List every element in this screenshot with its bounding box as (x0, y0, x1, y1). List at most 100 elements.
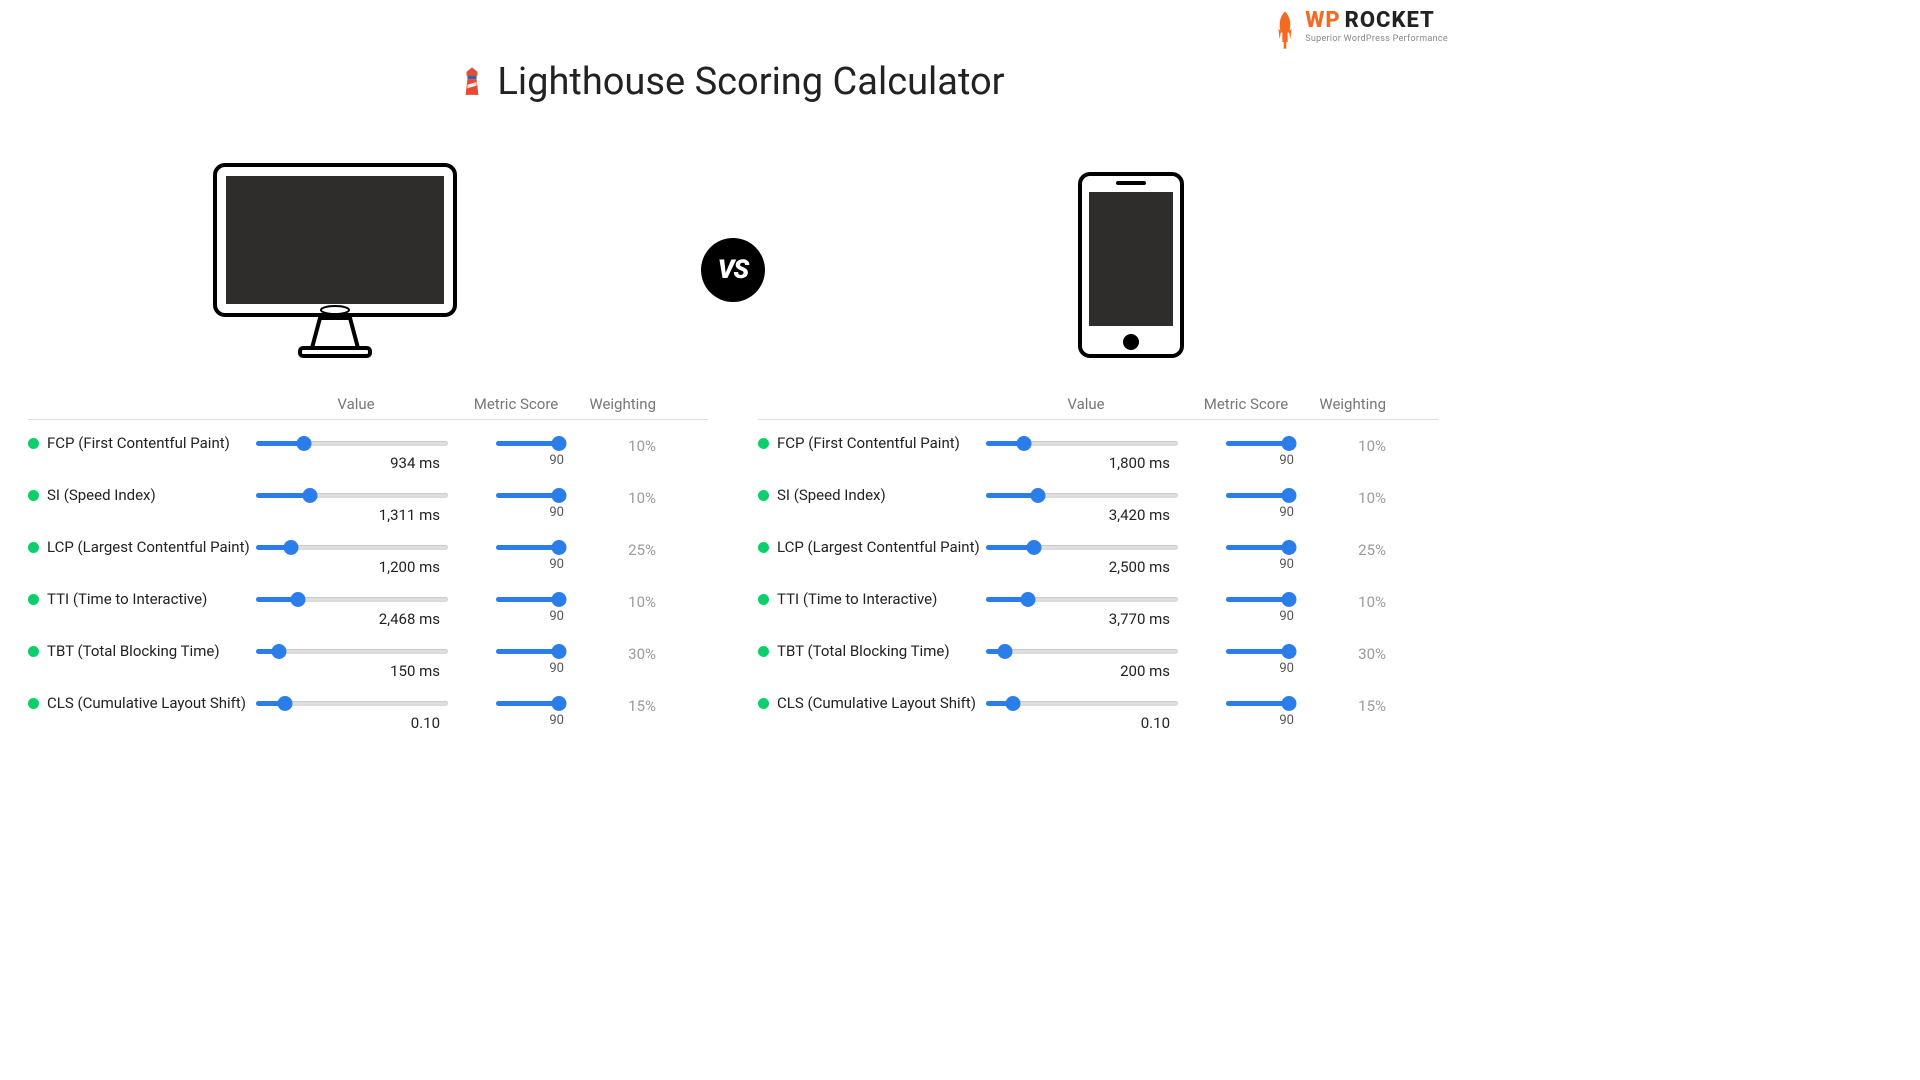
score-slider[interactable] (1226, 698, 1296, 708)
value-cell: 150 ms (256, 642, 456, 680)
metric-label: FCP (First Contentful Paint) (28, 434, 256, 452)
score-cell: 90 (456, 642, 576, 676)
value-text: 3,770 ms (986, 610, 1178, 628)
value-text: 2,468 ms (256, 610, 448, 628)
metric-row: LCP (Largest Contentful Paint)1,200 ms90… (28, 524, 708, 576)
metric-name: TBT (Total Blocking Time) (47, 642, 220, 660)
score-slider[interactable] (496, 542, 566, 552)
score-slider[interactable] (1226, 542, 1296, 552)
metric-label: TBT (Total Blocking Time) (28, 642, 256, 660)
brand-name: WP ROCKET (1305, 10, 1448, 32)
score-text: 90 (549, 453, 566, 468)
value-cell: 3,420 ms (986, 486, 1186, 524)
score-slider[interactable] (496, 646, 566, 656)
value-slider[interactable] (986, 646, 1178, 656)
score-text: 90 (1279, 453, 1296, 468)
weight-text: 10% (576, 434, 656, 455)
metric-name: SI (Speed Index) (47, 486, 156, 504)
metric-name: TBT (Total Blocking Time) (777, 642, 950, 660)
weight-text: 10% (1306, 486, 1386, 507)
status-dot (758, 438, 769, 449)
score-cell: 90 (456, 486, 576, 520)
metric-row: SI (Speed Index)1,311 ms9010% (28, 472, 708, 524)
metric-row: LCP (Largest Contentful Paint)2,500 ms90… (758, 524, 1438, 576)
value-slider[interactable] (256, 542, 448, 552)
value-slider[interactable] (986, 594, 1178, 604)
value-cell: 200 ms (986, 642, 1186, 680)
metric-row: SI (Speed Index)3,420 ms 9010% (758, 472, 1438, 524)
score-cell: 90 (1186, 538, 1306, 572)
score-slider[interactable] (1226, 594, 1296, 604)
weight-text: 10% (576, 590, 656, 611)
value-slider[interactable] (986, 490, 1178, 500)
value-cell: 934 ms (256, 434, 456, 472)
score-slider[interactable] (1226, 490, 1296, 500)
metric-label: SI (Speed Index) (758, 486, 986, 504)
column-headers: Value Metric Score Weighting (758, 395, 1438, 420)
weight-text: 15% (576, 694, 656, 715)
metric-name: LCP (Largest Contentful Paint) (777, 538, 980, 556)
metric-row: FCP (First Contentful Paint)1,800 ms9010… (758, 420, 1438, 472)
value-slider[interactable] (986, 542, 1178, 552)
lighthouse-icon (461, 67, 483, 97)
value-cell: 1,311 ms (256, 486, 456, 524)
value-slider[interactable] (986, 698, 1178, 708)
status-dot (758, 542, 769, 553)
col-weighting: Weighting (1306, 395, 1386, 413)
value-cell: 1,800 ms (986, 434, 1186, 472)
status-dot (28, 646, 39, 657)
metric-label: SI (Speed Index) (28, 486, 256, 504)
weight-text: 25% (1306, 538, 1386, 559)
value-text: 0.10 (256, 714, 448, 732)
score-cell: 90 (456, 434, 576, 468)
col-value: Value (986, 395, 1186, 413)
score-cell: 90 (456, 538, 576, 572)
score-slider[interactable] (1226, 438, 1296, 448)
score-text: 90 (549, 713, 566, 728)
metric-label: CLS (Cumulative Layout Shift) (758, 694, 986, 712)
score-slider[interactable] (496, 698, 566, 708)
value-cell: 2,468 ms (256, 590, 456, 628)
value-slider[interactable] (256, 646, 448, 656)
value-slider[interactable] (256, 594, 448, 604)
rocket-icon (1271, 10, 1299, 50)
brand-rocket: ROCKET (1345, 10, 1435, 32)
metric-name: CLS (Cumulative Layout Shift) (777, 694, 976, 712)
panel-desktop: Value Metric Score Weighting FCP (First … (28, 395, 708, 732)
value-slider[interactable] (256, 490, 448, 500)
status-dot (28, 438, 39, 449)
value-cell: 3,770 ms (986, 590, 1186, 628)
score-text: 90 (549, 557, 566, 572)
value-text: 150 ms (256, 662, 448, 680)
brand-tagline: Superior WordPress Performance (1305, 35, 1448, 44)
weight-text: 30% (576, 642, 656, 663)
value-slider[interactable] (256, 698, 448, 708)
metric-name: FCP (First Contentful Paint) (777, 434, 960, 452)
score-cell: 90 (456, 694, 576, 728)
score-cell: 90 (1186, 434, 1306, 468)
score-slider[interactable] (496, 594, 566, 604)
column-headers: Value Metric Score Weighting (28, 395, 708, 420)
score-cell: 90 (1186, 486, 1306, 520)
vs-text: VS (718, 255, 748, 285)
status-dot (28, 490, 39, 501)
score-cell: 90 (1186, 590, 1306, 624)
metric-row: TBT (Total Blocking Time)200 ms9030% (758, 628, 1438, 680)
col-metric-score: Metric Score (456, 395, 576, 413)
score-text: 90 (549, 609, 566, 624)
value-slider[interactable] (256, 438, 448, 448)
metric-row: TTI (Time to Interactive)2,468 ms9010% (28, 576, 708, 628)
score-cell: 90 (1186, 694, 1306, 728)
metric-label: LCP (Largest Contentful Paint) (758, 538, 986, 556)
page-title: Lighthouse Scoring Calculator (0, 60, 1466, 104)
score-slider[interactable] (496, 490, 566, 500)
desktop-icon (210, 160, 460, 360)
score-slider[interactable] (496, 438, 566, 448)
col-value: Value (256, 395, 456, 413)
value-text: 3,420 ms (986, 506, 1178, 524)
score-slider[interactable] (1226, 646, 1296, 656)
value-slider[interactable] (986, 438, 1178, 448)
score-text: 90 (1279, 713, 1296, 728)
metric-name: CLS (Cumulative Layout Shift) (47, 694, 246, 712)
metric-row: TBT (Total Blocking Time) 150 ms 9030% (28, 628, 708, 680)
